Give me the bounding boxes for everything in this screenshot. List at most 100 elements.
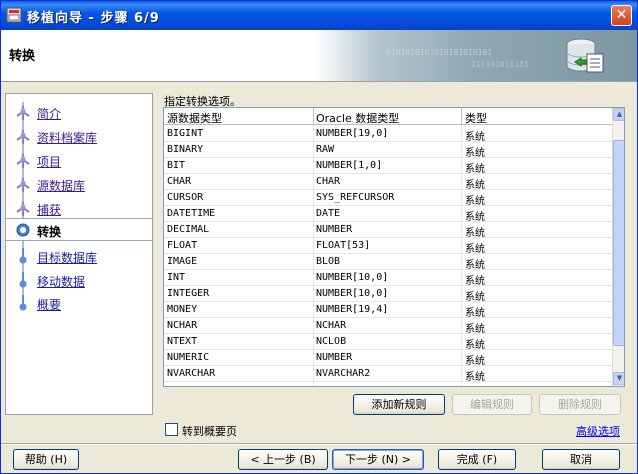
table-row[interactable]: DECIMAL NUMBER 系统 [164,222,612,239]
step-item[interactable]: 捕获 [6,198,152,218]
rule-type-cell: 系统 [465,340,485,351]
table-row[interactable]: BIGINT NUMBER[19,0] 系统 [164,126,612,143]
table-row[interactable]: NVARCHAR NVARCHAR2 系统 [164,366,612,383]
rule-type-cell: 系统 [465,164,485,175]
table-row[interactable]: CHAR CHAR 系统 [164,174,612,191]
rule-type-cell: 系统 [465,356,485,367]
advanced-options-link[interactable]: 高级选项 [576,423,620,439]
table-row[interactable]: NUMERIC NUMBER 系统 [164,350,612,367]
goto-summary-checkbox[interactable] [165,423,178,436]
goto-summary-label[interactable]: 转到概要页 [182,423,237,439]
help-button[interactable]: 帮助 (H) [13,449,79,470]
table-row[interactable]: MONEY NUMBER[19,4] 系统 [164,302,612,319]
scroll-down-icon[interactable]: ▼ [613,372,624,385]
oracle-type-cell: BLOB [316,256,341,267]
step-item[interactable]: 项目 [6,150,152,170]
vertical-scrollbar[interactable]: ▲ ▼ [612,108,624,386]
oracle-type-cell: RAW [316,144,335,155]
source-type-cell: CHAR [167,176,192,187]
completed-step-icon [16,202,30,216]
source-type-cell: DATETIME [167,208,216,219]
table-row[interactable]: IMAGE BLOB 系统 [164,254,612,271]
step-item[interactable]: 目标数据库 [6,246,152,266]
rule-type-cell: 系统 [465,384,485,386]
rule-type-cell: 系统 [465,196,485,207]
rule-type-cell: 系统 [465,228,485,239]
back-button[interactable]: < 上一步 (B) [238,449,328,470]
source-type-cell: DECIMAL [167,224,210,235]
source-type-cell: NUMERIC [167,352,210,363]
steps-pane: 简介资料档案库项目源数据库捕获转换目标数据库移动数据概要 [5,93,153,415]
step-item[interactable]: 简介 [6,102,152,122]
rule-type-cell: 系统 [465,276,485,287]
table-row[interactable]: BINARY RAW 系统 [164,142,612,159]
title-bar[interactable]: 移植向导 - 步骤 6/9 ✕ [1,1,637,30]
banner: 转换 0101010101010101010101 010101010101 [1,30,637,82]
edit-rule-button[interactable]: 编辑规则 [452,394,532,415]
scrollbar-thumb[interactable] [613,140,624,346]
add-rule-button[interactable]: 添加新规则 [353,394,445,415]
mapping-table[interactable]: 源数据类型 Oracle 数据类型 类型 BIGINT NUMBER[19,0] 系… [163,107,625,387]
table-row[interactable]: INTEGER NUMBER[10,0] 系统 [164,286,612,303]
window-title: 移植向导 - 步骤 6/9 [27,11,160,26]
table-row[interactable]: DATETIME DATE 系统 [164,206,612,223]
rule-type-cell: 系统 [465,308,485,319]
source-type-cell: MONEY [167,304,198,315]
source-type-cell: IMAGE [167,256,198,267]
step-label[interactable]: 目标数据库 [37,249,97,266]
rule-type-cell: 系统 [465,260,485,271]
oracle-type-cell: NVARCHAR2 [316,368,371,379]
banner-bits: 0101010101010101010101 [386,48,492,57]
rule-type-cell: 系统 [465,212,485,223]
table-row[interactable]: BIT NUMBER[1,0] 系统 [164,158,612,175]
step-label[interactable]: 移动数据 [37,273,85,290]
source-type-cell: NVARCHAR [167,368,216,379]
column-header-source[interactable]: 源数据类型 [167,110,222,126]
oracle-type-cell: NUMBER[10,0] [316,288,389,299]
oracle-type-cell: FLOAT[53] [316,240,371,251]
column-header-type[interactable]: 类型 [465,110,487,126]
page-title: 转换 [9,49,36,64]
rule-type-cell: 系统 [465,148,485,159]
step-label[interactable]: 捕获 [37,201,61,218]
next-button[interactable]: 下一步 (N) > [332,449,424,470]
table-row[interactable]: CURSOR SYS_REFCURSOR 系统 [164,190,612,207]
oracle-type-cell: NUMBER[19,0] [316,128,389,139]
step-item[interactable]: 资料档案库 [6,126,152,146]
table-row[interactable]: NTEXT NCLOB 系统 [164,334,612,351]
oracle-type-cell: NUMBER [316,224,353,235]
column-header-oracle[interactable]: Oracle 数据类型 [316,110,399,126]
source-type-cell: CURSOR [167,192,204,203]
cancel-button[interactable]: 取消 [542,449,620,470]
scroll-up-icon[interactable]: ▲ [613,108,624,121]
source-type-cell: INT [167,272,186,283]
step-item[interactable]: 源数据库 [6,174,152,194]
rule-type-cell: 系统 [465,132,485,143]
table-row[interactable]: 系统 [164,382,612,386]
close-button[interactable]: ✕ [611,5,632,26]
step-item[interactable]: 转换 [6,218,152,241]
rule-type-cell: 系统 [465,372,485,383]
delete-rule-button[interactable]: 删除规则 [539,394,621,415]
step-label[interactable]: 简介 [37,105,61,122]
table-row[interactable]: FLOAT FLOAT[53] 系统 [164,238,612,255]
database-icon [566,38,604,73]
step-label[interactable]: 源数据库 [37,177,85,194]
step-label[interactable]: 资料档案库 [37,129,97,146]
source-type-cell: INTEGER [167,288,210,299]
step-item[interactable]: 移动数据 [6,270,152,290]
app-icon [6,7,22,23]
source-type-cell: BIGINT [167,128,204,139]
step-label[interactable]: 项目 [37,153,61,170]
oracle-type-cell: NUMBER[1,0] [316,160,383,171]
step-label[interactable]: 转换 [37,223,61,240]
footer-divider [1,443,637,445]
finish-button[interactable]: 完成 (F) [438,449,516,470]
pending-step-icon [19,248,27,264]
table-row[interactable]: NCHAR NCHAR 系统 [164,318,612,335]
step-item[interactable]: 概要 [6,293,152,313]
table-row[interactable]: INT NUMBER[10,0] 系统 [164,270,612,287]
step-label[interactable]: 概要 [37,296,61,313]
completed-step-icon [16,178,30,192]
source-type-cell: BINARY [167,144,204,155]
